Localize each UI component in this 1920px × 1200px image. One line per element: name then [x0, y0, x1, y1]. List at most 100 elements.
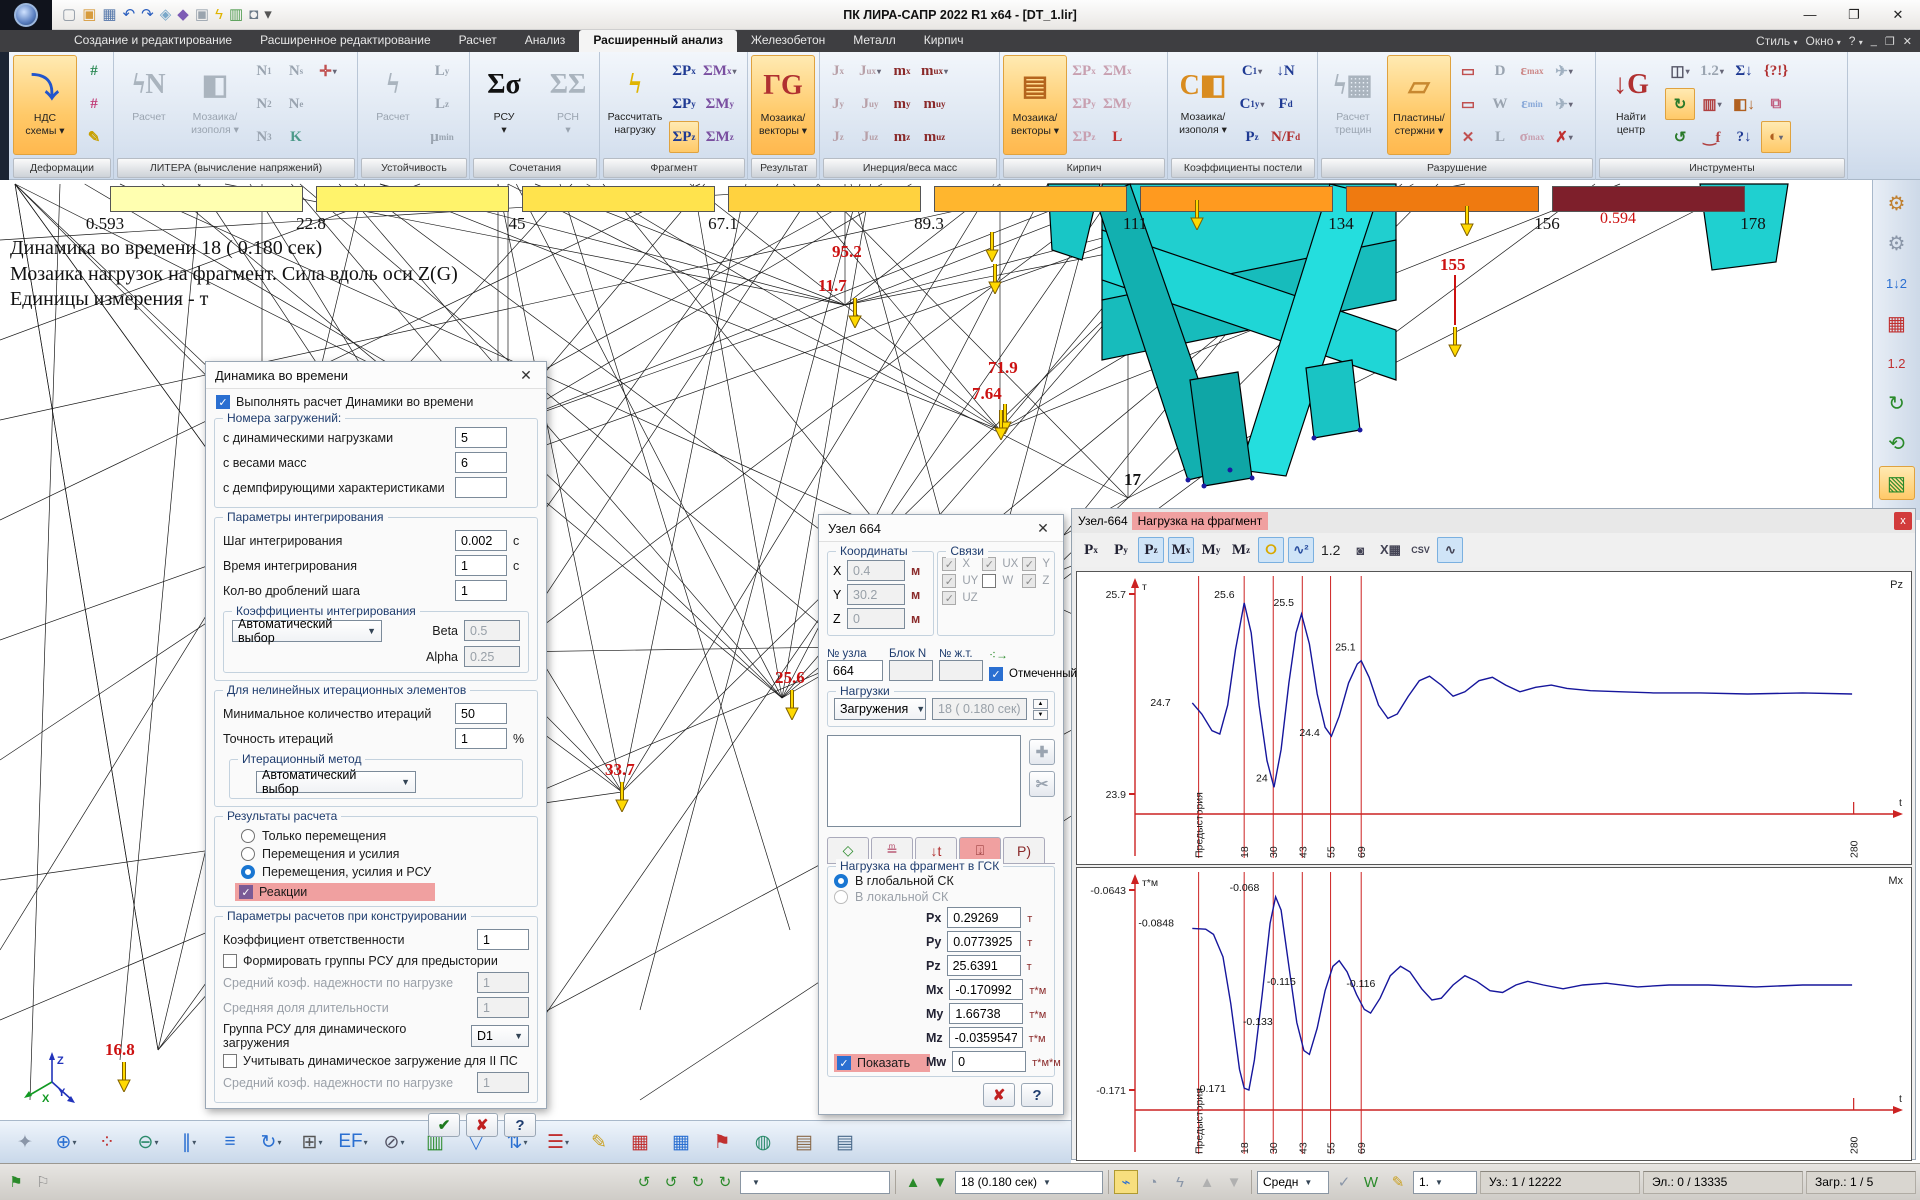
- result-radio-1[interactable]: [241, 847, 255, 861]
- qat-more-icon[interactable]: ▾: [264, 7, 272, 22]
- dyn-nl-1-input[interactable]: [455, 728, 507, 749]
- circle-minus-icon[interactable]: ⊖▾: [131, 1126, 165, 1158]
- fail-cross-icon[interactable]: ✗▾: [1549, 121, 1579, 153]
- alpha-input[interactable]: [464, 646, 520, 667]
- lightning-gray-icon[interactable]: ϟ: [1168, 1170, 1192, 1194]
- tab-металл[interactable]: Металл: [839, 30, 909, 52]
- report-icon[interactable]: ▥: [229, 7, 243, 22]
- save-icon[interactable]: ▦: [102, 7, 116, 22]
- nds-schemes-button[interactable]: ⤵НДСсхемы ▾: [13, 55, 77, 155]
- brick-sum-pz-icon[interactable]: ΣPz: [1069, 121, 1099, 153]
- sum-pz-icon[interactable]: ΣPz: [669, 121, 699, 153]
- ns-icon[interactable]: Ns: [281, 55, 311, 87]
- iteration-method-select[interactable]: Автоматический выбор▼: [256, 771, 416, 793]
- scale-refresh-icon[interactable]: ↻: [1665, 88, 1695, 120]
- minimize-button[interactable]: —: [1788, 0, 1832, 29]
- delete-load-button[interactable]: ✂: [1029, 771, 1055, 797]
- spin-up[interactable]: ▲: [1033, 699, 1048, 709]
- tie-y-checkbox[interactable]: ✓: [1022, 557, 1036, 571]
- tab-p-load[interactable]: P): [1003, 837, 1045, 863]
- gsk-my-input[interactable]: [949, 1003, 1023, 1024]
- litera-calc-button[interactable]: ϟNРасчет: [117, 55, 181, 155]
- tie-w-checkbox[interactable]: [982, 574, 996, 588]
- close-icon[interactable]: ✕: [515, 367, 537, 384]
- buildings2-icon[interactable]: ▤: [828, 1126, 862, 1158]
- open-import-icon[interactable]: ▣: [82, 7, 96, 22]
- precision-combo[interactable]: 1.▼: [1413, 1171, 1477, 1194]
- mz-curve-button[interactable]: Mz: [1228, 537, 1254, 563]
- my-curve-button[interactable]: My: [1198, 537, 1224, 563]
- mx-curve-button[interactable]: Mx: [1168, 537, 1194, 563]
- restore-button[interactable]: ❐: [1832, 0, 1876, 29]
- mdi-❐[interactable]: ❐: [1885, 35, 1895, 48]
- tab-кирпич[interactable]: Кирпич: [910, 30, 978, 52]
- sum-py-icon[interactable]: ΣPy: [669, 88, 699, 120]
- snapshot-icon[interactable]: ◙: [1347, 537, 1373, 563]
- gear-gray-icon[interactable]: ⚙: [1879, 226, 1915, 260]
- table-red-icon[interactable]: ▦: [623, 1126, 657, 1158]
- local-cs-radio[interactable]: [834, 890, 848, 904]
- stress-axes-icon[interactable]: ✛▾: [313, 55, 343, 87]
- histogram-icon[interactable]: ▥▾: [1697, 88, 1727, 120]
- juy-icon[interactable]: Juy: [855, 88, 885, 120]
- result-mosaic-vectors-button[interactable]: ΓGМозаика/векторы ▾: [751, 55, 815, 155]
- rsn-button[interactable]: ΣΣРСН▾: [537, 55, 599, 155]
- menu-?[interactable]: ? ▾: [1849, 34, 1863, 48]
- result-radio-2[interactable]: [241, 865, 255, 879]
- tie-z-checkbox[interactable]: ✓: [1022, 574, 1036, 588]
- mode-combo[interactable]: ▼: [740, 1171, 890, 1194]
- jux-icon[interactable]: Jux▾: [855, 55, 885, 87]
- form-rsu-checkbox[interactable]: [223, 954, 237, 968]
- close-icon[interactable]: x: [1894, 512, 1912, 530]
- fly-max-icon[interactable]: ✈▾: [1549, 55, 1579, 87]
- question-down-icon[interactable]: ?↓: [1729, 121, 1759, 153]
- brick-sum-py-icon[interactable]: ΣPy: [1069, 88, 1099, 120]
- mux-mass-icon[interactable]: mux▾: [919, 55, 950, 87]
- polyfilter-icon[interactable]: ✦: [8, 1126, 42, 1158]
- color-window-icon[interactable]: ◐▾: [1761, 121, 1791, 153]
- show-checkbox[interactable]: ✓: [837, 1056, 851, 1070]
- flag-gray-icon[interactable]: ⚐: [31, 1170, 55, 1194]
- jz-icon[interactable]: Jz: [823, 121, 853, 153]
- anim-last-icon[interactable]: ↻: [713, 1170, 737, 1194]
- n-pile-icon[interactable]: ↓N: [1269, 55, 1302, 87]
- sum-mx-icon[interactable]: ΣMx▾: [701, 55, 738, 87]
- fly-min-icon[interactable]: ✈▾: [1549, 88, 1579, 120]
- fd-icon[interactable]: Fd: [1269, 88, 1302, 120]
- rotate-green-icon[interactable]: ↻: [1879, 386, 1915, 420]
- stability-calc-button[interactable]: ϟРасчет: [361, 55, 425, 155]
- ly-icon[interactable]: Ly: [427, 55, 457, 87]
- brick-sum-px-icon[interactable]: ΣPx: [1069, 55, 1099, 87]
- up-gray-icon[interactable]: ▲: [1195, 1170, 1219, 1194]
- cancel-button[interactable]: ✘: [466, 1113, 498, 1137]
- k-sphere-icon[interactable]: K: [281, 121, 311, 153]
- flag-table-icon[interactable]: ⚑: [705, 1126, 739, 1158]
- undo-icon[interactable]: ↶: [123, 7, 136, 22]
- round12-icon[interactable]: 1.2▾: [1697, 55, 1727, 87]
- w-brush-icon[interactable]: W: [1359, 1170, 1383, 1194]
- save-csv-icon[interactable]: CSV: [1407, 537, 1433, 563]
- marked-checkbox[interactable]: ✓: [989, 667, 1003, 681]
- anim-prev-icon[interactable]: ↺: [659, 1170, 683, 1194]
- pair-nodes-icon[interactable]: ⁖→: [989, 648, 1077, 662]
- coord-y-input[interactable]: [847, 584, 905, 605]
- tie-uy-checkbox[interactable]: ✓: [942, 574, 956, 588]
- down-gray-icon[interactable]: ▼: [1222, 1170, 1246, 1194]
- step-up-icon[interactable]: ▲: [901, 1170, 925, 1194]
- py-curve-button[interactable]: Py: [1108, 537, 1134, 563]
- avg-combo[interactable]: Средн▼: [1257, 1171, 1329, 1194]
- close-icon[interactable]: ✕: [1032, 520, 1054, 537]
- node-number-input[interactable]: [827, 660, 883, 681]
- menu-Окно[interactable]: Окно ▾: [1806, 34, 1841, 48]
- brick-l-icon[interactable]: L: [1101, 121, 1133, 153]
- bulb-icon[interactable]: ⵔ: [1258, 537, 1284, 563]
- crack-width-icon[interactable]: ▭: [1453, 55, 1483, 87]
- gsk-mx-input[interactable]: [949, 979, 1023, 1000]
- scale-pointer-icon[interactable]: ◫▾: [1665, 55, 1695, 87]
- fragment-icon[interactable]: ◆: [177, 7, 189, 22]
- pack-model-icon[interactable]: ◈: [160, 7, 172, 22]
- w-icon[interactable]: W: [1485, 88, 1515, 120]
- lock-icon[interactable]: ◘: [249, 7, 258, 22]
- brick-sum-my-icon[interactable]: ΣMy: [1101, 88, 1133, 120]
- run-dynamics-checkbox[interactable]: ✓: [216, 395, 230, 409]
